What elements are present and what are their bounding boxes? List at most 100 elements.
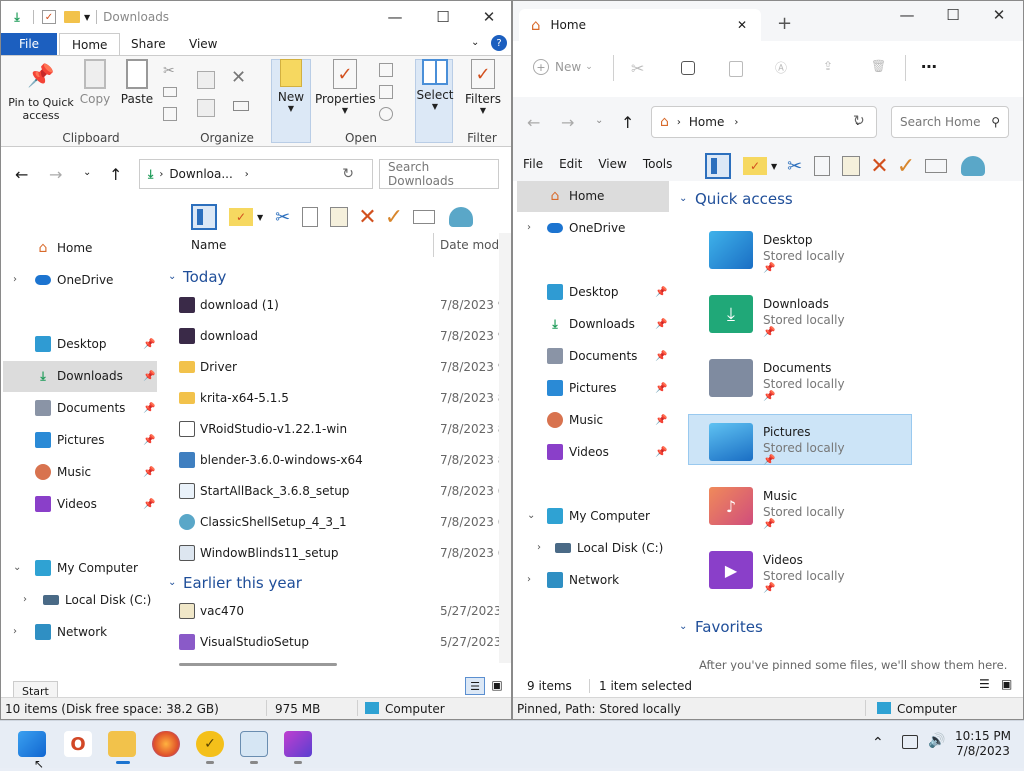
close-button[interactable]: ✕ [467, 3, 511, 31]
quick-access-tile[interactable]: ▶ Videos Stored locally 📌 [689, 543, 911, 595]
file-row[interactable]: StartAllBack_3.6.8_setup 7/8/2023 6 [179, 476, 505, 506]
horizontal-scrollbar[interactable] [179, 663, 337, 666]
sidebar-item-videos[interactable]: Videos [35, 489, 97, 519]
cut-icon[interactable]: ✂ [631, 59, 644, 78]
properties-button[interactable]: ✓ Properties ▼ [315, 59, 376, 115]
firefox-icon[interactable] [152, 731, 180, 757]
history-icon[interactable] [379, 107, 393, 121]
share-icon[interactable]: ⇪ [823, 59, 833, 73]
help-icon[interactable]: ? [491, 35, 507, 51]
sidebar-item-home[interactable]: ⌂ Home [35, 233, 93, 263]
volume-icon[interactable]: 🔊 [928, 733, 945, 749]
cut-icon[interactable]: ✂ [275, 207, 290, 228]
tiles-view-icon[interactable]: ▣ [1001, 677, 1012, 691]
new-tab-button[interactable]: + [777, 13, 792, 34]
group-header-today[interactable]: Today [183, 268, 226, 286]
up-arrow-icon[interactable]: ↑ [621, 113, 634, 132]
preview-pane-icon[interactable] [705, 153, 731, 179]
rename-icon[interactable] [413, 210, 436, 224]
file-row[interactable]: download (1) 7/8/2023 9 [179, 290, 505, 320]
chevron-down-icon[interactable]: ▼ [84, 13, 90, 22]
rename-icon[interactable] [925, 159, 948, 173]
recent-chevron-icon[interactable]: ⌄ [83, 167, 91, 178]
edit-icon[interactable] [379, 85, 393, 99]
copy-icon[interactable] [814, 156, 831, 176]
copy-icon[interactable] [681, 61, 695, 75]
file-row[interactable]: ClassicShellSetup_4_3_1 7/8/2023 6 [179, 507, 505, 537]
move-to-icon[interactable] [197, 71, 215, 89]
chevron-down-icon[interactable]: ⌄ [13, 562, 21, 573]
forward-arrow-icon[interactable]: → [561, 113, 574, 132]
close-button[interactable]: ✕ [977, 1, 1021, 29]
paste-shortcut-icon[interactable] [163, 107, 177, 121]
cut-icon[interactable]: ✂ [787, 156, 802, 177]
delete-icon[interactable]: ✕ [870, 154, 888, 179]
file-row[interactable]: VRoidStudio-v1.22.1-win 7/8/2023 8 [179, 414, 505, 444]
menu-view[interactable]: View [598, 157, 626, 171]
sidebar-item-network[interactable]: Network [547, 565, 619, 595]
search-input[interactable]: Search Home ⚲ [891, 106, 1009, 138]
tab-file[interactable]: File [1, 33, 57, 55]
quick-access-tile[interactable]: ⤓ Downloads Stored locally 📌 [689, 287, 911, 339]
shell-icon[interactable] [961, 156, 986, 176]
rename-icon[interactable] [233, 101, 249, 111]
sidebar-item-pictures[interactable]: Pictures [547, 373, 617, 403]
copy-path-icon[interactable] [163, 87, 177, 97]
minimize-button[interactable]: — [885, 1, 929, 29]
filters-button[interactable]: ✓ Filters ▼ [453, 59, 511, 115]
start-button[interactable] [18, 731, 46, 757]
more-options-icon[interactable]: ⋯ [921, 57, 937, 76]
network-status-icon[interactable] [902, 735, 918, 749]
section-favorites[interactable]: Favorites [695, 618, 763, 636]
refresh-icon[interactable]: ↻ [342, 166, 354, 182]
clock[interactable]: 10:15 PM 7/8/2023 [948, 729, 1018, 759]
chevron-right-icon[interactable]: › [537, 542, 541, 553]
open-icon[interactable] [379, 63, 393, 77]
sidebar-item-documents[interactable]: Documents [35, 393, 125, 423]
menu-edit[interactable]: Edit [559, 157, 582, 171]
sidebar-item-local-disk[interactable]: Local Disk (C:) [555, 533, 663, 563]
sidebar-item-network[interactable]: Network [35, 617, 107, 647]
menu-file[interactable]: File [523, 157, 543, 171]
checkmark-icon[interactable]: ✓ [385, 205, 403, 230]
preview-pane-icon[interactable] [191, 204, 217, 230]
quick-access-tile[interactable]: ♪ Music Stored locally 📌 [689, 479, 911, 531]
delete-icon[interactable]: ✕ [231, 67, 246, 88]
sidebar-item-downloads[interactable]: ⤓ Downloads [547, 309, 635, 339]
chevron-right-icon[interactable]: › [13, 626, 17, 637]
up-arrow-icon[interactable]: ↑ [109, 165, 122, 184]
properties-check-icon[interactable]: ✓ [42, 10, 56, 24]
chevron-down-icon[interactable]: ⌄ [679, 193, 687, 204]
chevron-down-icon[interactable]: ▼ [257, 213, 263, 222]
vertical-scrollbar[interactable] [499, 233, 511, 663]
chevron-right-icon[interactable]: › [527, 574, 531, 585]
sidebar-item-documents[interactable]: Documents [547, 341, 637, 371]
delete-icon[interactable]: 🗑 [871, 59, 886, 73]
monitor-app-icon[interactable] [240, 731, 268, 757]
quick-access-tile[interactable]: Documents Stored locally 📌 [689, 351, 911, 403]
sidebar-item-home[interactable]: ⌂ Home [547, 181, 605, 211]
sidebar-item-pictures[interactable]: Pictures [35, 425, 105, 455]
chevron-down-icon[interactable]: ⌄ [168, 577, 176, 588]
chevron-down-icon[interactable]: ⌄ [168, 271, 176, 282]
chevron-right-icon[interactable]: › [13, 274, 17, 285]
chevron-right-icon[interactable]: › [23, 594, 27, 605]
cut-icon[interactable]: ✂ [163, 63, 175, 79]
checkmark-icon[interactable]: ✓ [897, 154, 915, 179]
column-header-name[interactable]: Name [191, 238, 226, 252]
tab-home[interactable]: ⌂ Home ✕ [519, 9, 761, 41]
clipper-app-icon[interactable] [284, 731, 312, 757]
maximize-button[interactable]: ☐ [931, 1, 975, 29]
chevron-down-icon[interactable]: ▼ [771, 162, 777, 171]
details-view-icon[interactable]: ☰ [465, 677, 485, 695]
chevron-down-icon[interactable]: ⌄ [471, 37, 479, 48]
new-button[interactable]: + New ⌄ [533, 59, 593, 75]
chevron-down-icon[interactable]: ⌄ [679, 621, 687, 632]
file-row[interactable]: VisualStudioSetup 5/27/2023 [179, 627, 502, 657]
rename-icon[interactable]: Ⓐ [775, 59, 787, 76]
forward-arrow-icon[interactable]: → [49, 165, 62, 184]
file-row[interactable]: vac470 5/27/2023 [179, 596, 502, 626]
sidebar-item-music[interactable]: Music [35, 457, 91, 487]
close-tab-icon[interactable]: ✕ [737, 18, 747, 32]
back-arrow-icon[interactable]: ← [15, 165, 28, 184]
